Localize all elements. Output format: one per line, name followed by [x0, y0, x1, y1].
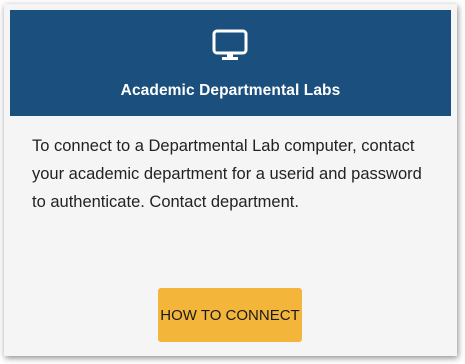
- card-description: To connect to a Departmental Lab compute…: [32, 137, 422, 211]
- card-header: Academic Departmental Labs: [10, 10, 451, 116]
- lab-card: Academic Departmental Labs To connect to…: [4, 4, 457, 356]
- monitor-icon: [210, 28, 250, 64]
- card-title: Academic Departmental Labs: [120, 82, 341, 99]
- how-to-connect-button[interactable]: HOW TO CONNECT: [158, 288, 302, 342]
